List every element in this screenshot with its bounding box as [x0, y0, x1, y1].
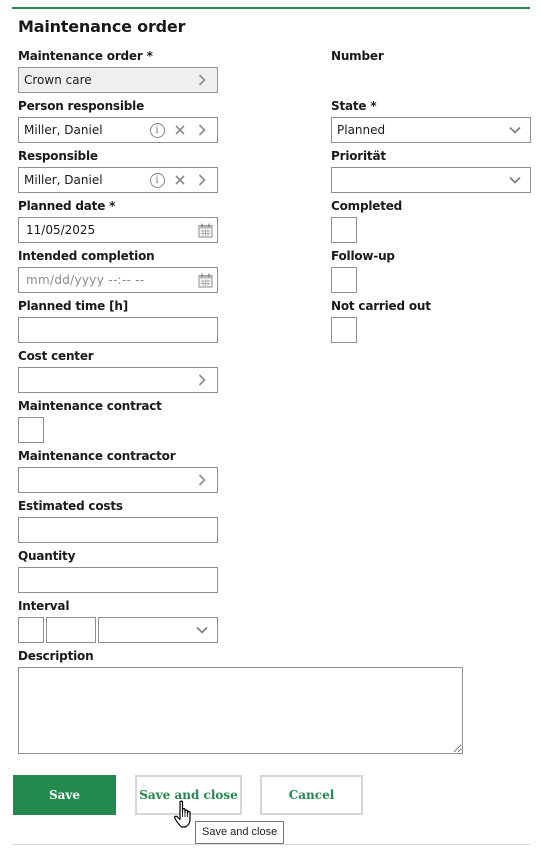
cancel-button[interactable]: Cancel: [260, 775, 363, 815]
estimated-costs-label: Estimated costs: [18, 499, 123, 513]
follow-up-label: Follow-up: [331, 249, 395, 263]
maintenance-contractor-field[interactable]: [18, 467, 218, 493]
completed-label: Completed: [331, 199, 403, 213]
interval-input-a[interactable]: [18, 617, 44, 643]
maintenance-order-value: Crown care: [24, 73, 92, 87]
interval-unit-select[interactable]: [98, 617, 218, 643]
not-carried-out-checkbox[interactable]: [331, 317, 357, 343]
person-responsible-value: Miller, Daniel: [24, 123, 103, 137]
maintenance-order-label: Maintenance order *: [18, 49, 153, 63]
quantity-label: Quantity: [18, 549, 76, 563]
info-icon[interactable]: i: [148, 118, 166, 142]
planned-time-input[interactable]: [18, 317, 218, 343]
calendar-icon[interactable]: [196, 268, 214, 292]
form-title: Maintenance order: [18, 17, 186, 36]
estimated-costs-input[interactable]: [18, 517, 218, 543]
priority-select[interactable]: [331, 167, 531, 193]
responsible-value: Miller, Daniel: [24, 173, 103, 187]
save-button[interactable]: Save: [13, 775, 116, 815]
calendar-icon[interactable]: [196, 218, 214, 242]
maintenance-contract-label: Maintenance contract: [18, 399, 162, 413]
top-divider: [12, 7, 530, 9]
planned-date-input[interactable]: 11/05/2025: [18, 217, 218, 243]
save-and-close-tooltip: Save and close: [195, 821, 285, 844]
state-value: Planned: [337, 123, 386, 137]
hand-pointer-cursor-icon: [174, 800, 191, 828]
chevron-right-icon[interactable]: [193, 118, 211, 142]
quantity-input[interactable]: [18, 567, 218, 593]
completed-checkbox[interactable]: [331, 217, 357, 243]
responsible-field[interactable]: Miller, Daniel i: [18, 167, 218, 193]
state-label: State *: [331, 99, 377, 113]
description-label: Description: [18, 649, 94, 663]
info-icon[interactable]: i: [148, 168, 166, 192]
not-carried-out-label: Not carried out: [331, 299, 431, 313]
intended-completion-label: Intended completion: [18, 249, 155, 263]
maintenance-order-field[interactable]: Crown care: [18, 67, 218, 93]
responsible-label: Responsible: [18, 149, 98, 163]
cost-center-label: Cost center: [18, 349, 94, 363]
follow-up-checkbox[interactable]: [331, 267, 357, 293]
planned-date-label: Planned date *: [18, 199, 116, 213]
cost-center-field[interactable]: [18, 367, 218, 393]
chevron-down-icon[interactable]: [506, 118, 524, 142]
intended-completion-placeholder: mm/dd/yyyy --:-- --: [26, 273, 145, 287]
clear-icon[interactable]: [171, 168, 189, 192]
chevron-right-icon[interactable]: [193, 68, 211, 92]
description-textarea[interactable]: [18, 667, 463, 754]
maintenance-contract-checkbox[interactable]: [18, 417, 44, 443]
intended-completion-input[interactable]: mm/dd/yyyy --:-- --: [18, 267, 218, 293]
person-responsible-field[interactable]: Miller, Daniel i: [18, 117, 218, 143]
planned-time-label: Planned time [h]: [18, 299, 128, 313]
number-label: Number: [331, 49, 384, 63]
interval-input-b[interactable]: [46, 617, 96, 643]
clear-icon[interactable]: [171, 118, 189, 142]
chevron-down-icon[interactable]: [193, 618, 211, 642]
maintenance-contractor-label: Maintenance contractor: [18, 449, 176, 463]
bottom-divider: [12, 844, 530, 845]
planned-date-value: 11/05/2025: [26, 223, 96, 237]
person-responsible-label: Person responsible: [18, 99, 145, 113]
chevron-right-icon[interactable]: [193, 368, 211, 392]
priority-label: Priorität: [331, 149, 386, 163]
state-select[interactable]: Planned: [331, 117, 531, 143]
chevron-right-icon[interactable]: [193, 468, 211, 492]
chevron-down-icon[interactable]: [506, 168, 524, 192]
interval-label: Interval: [18, 599, 70, 613]
chevron-right-icon[interactable]: [193, 168, 211, 192]
